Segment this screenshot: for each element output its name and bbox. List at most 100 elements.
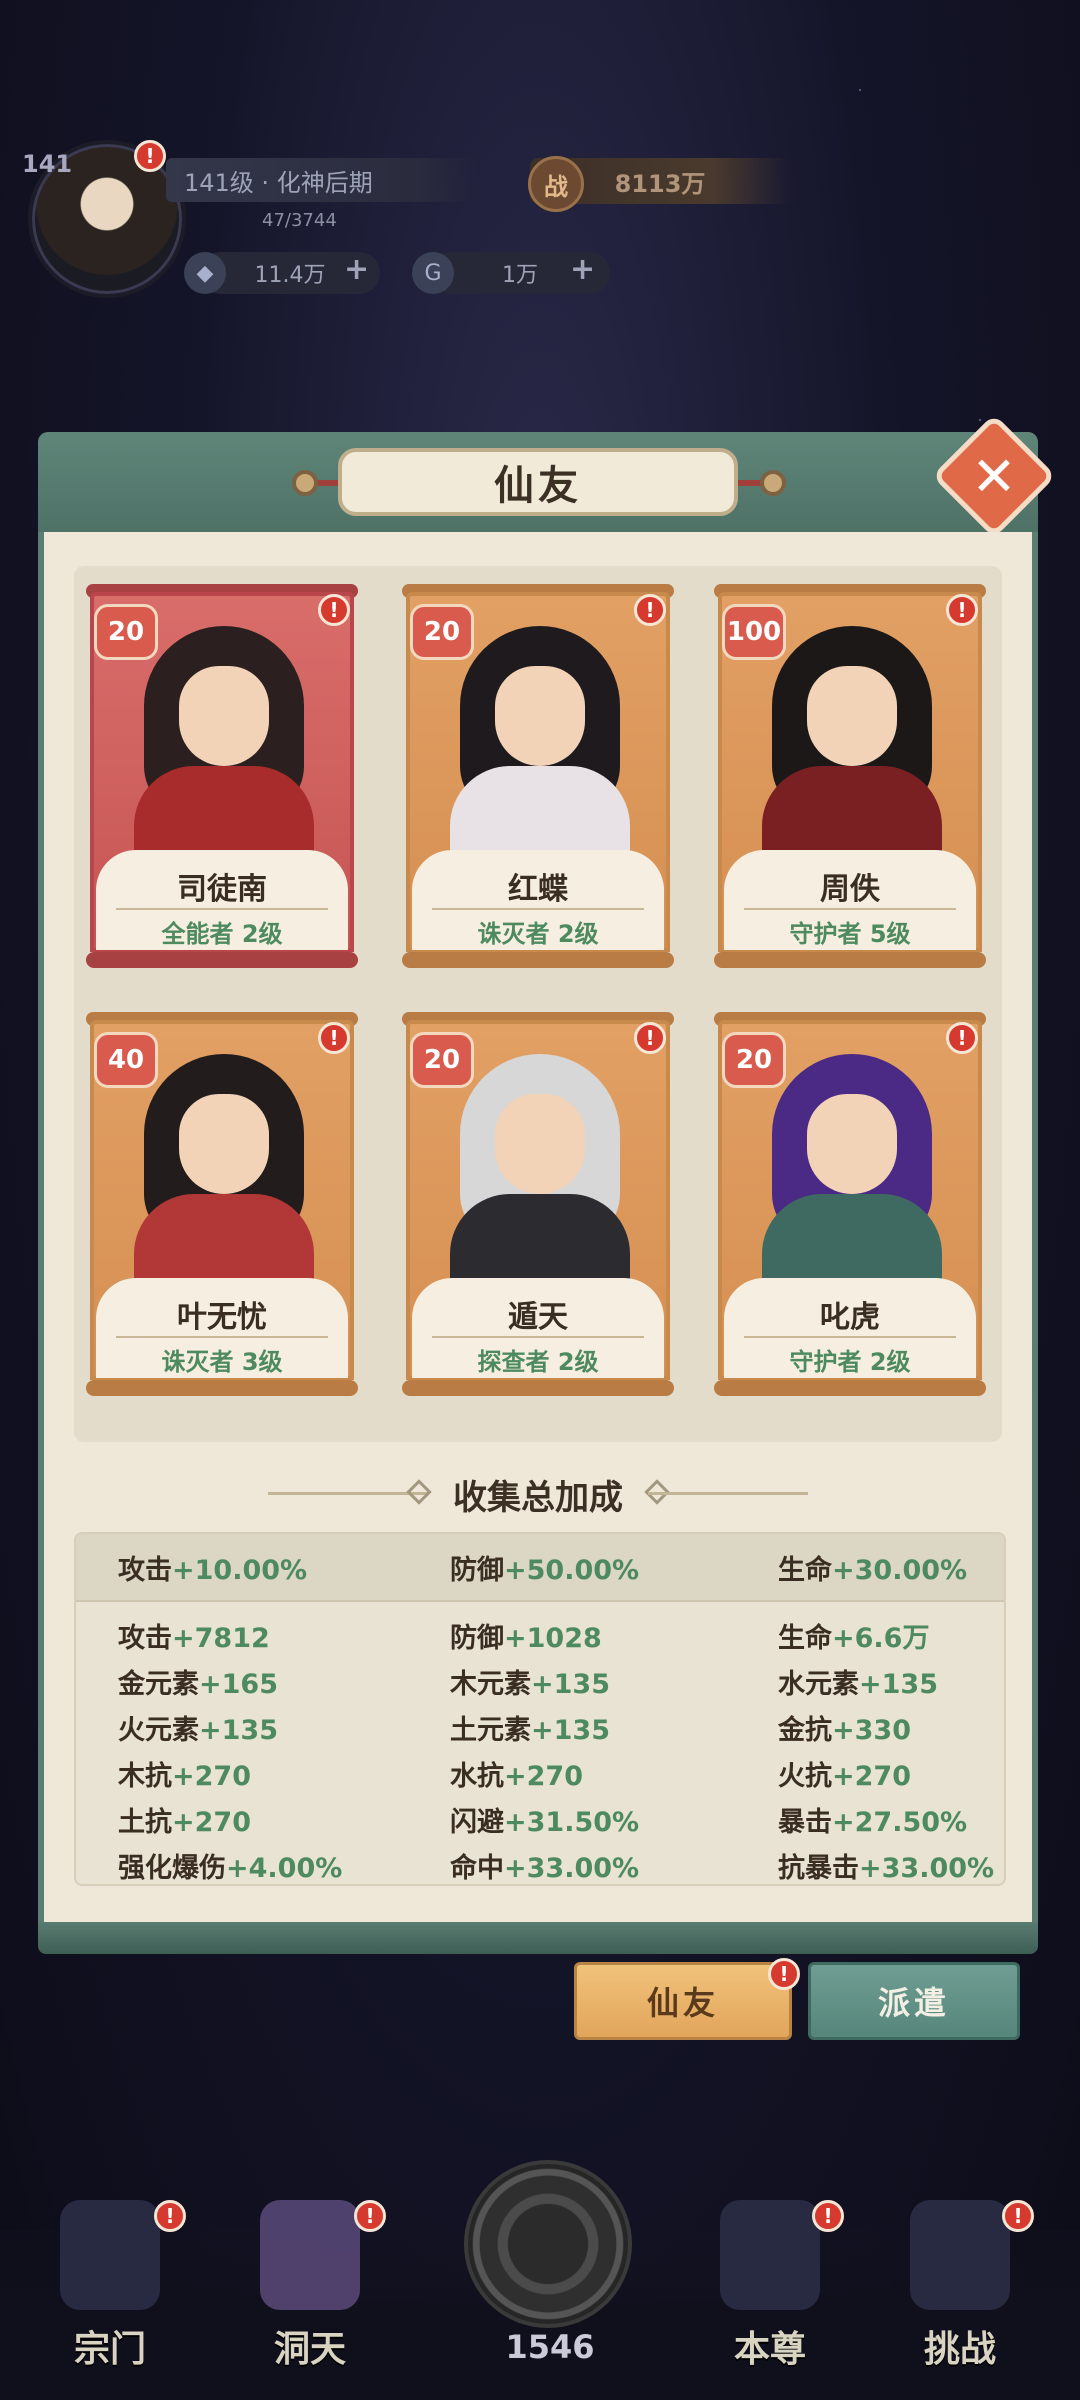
character-portrait [124, 1054, 324, 1284]
heart-level-badge: 20 [410, 1032, 474, 1088]
character-portrait [440, 1054, 640, 1284]
nav-sect[interactable]: 宗门 ! [30, 2200, 190, 2400]
alert-badge: ! [354, 2200, 386, 2232]
scroll-roll [402, 952, 674, 968]
nav-challenge[interactable]: 挑战 ! [880, 2200, 1040, 2400]
sect-icon [60, 2200, 160, 2310]
nav-label: 本尊 [733, 2329, 806, 2370]
character-role: 守护者 5级 [789, 920, 911, 948]
player-avatar[interactable]: 141 ! [22, 140, 186, 298]
divider [432, 908, 644, 910]
scroll-roll [402, 1380, 674, 1396]
character-card[interactable]: 20 ! 遁天 探查者 2级 [402, 1012, 674, 1406]
character-name: 遁天 [508, 1300, 568, 1335]
divider [744, 1336, 956, 1338]
heart-level-badge: 20 [722, 1032, 786, 1088]
section-title: 收集总加成 [453, 1478, 623, 1518]
panel-title: 仙友 [338, 448, 738, 516]
character-role: 诛灭者 2级 [477, 920, 599, 948]
alert-badge: ! [318, 594, 350, 626]
stat-item: 金元素+165 [118, 1669, 278, 1700]
character-role: 全能者 2级 [161, 920, 283, 948]
character-card[interactable]: 40 ! 叶无忧 诛灭者 3级 [86, 1012, 358, 1406]
nav-label: 洞天 [273, 2329, 346, 2370]
divider [432, 1336, 644, 1338]
stat-item: 木元素+135 [450, 1669, 610, 1700]
stat-item: 强化爆伤+4.00% [118, 1853, 343, 1884]
stat-item: 金抗+330 [778, 1715, 911, 1746]
character-card[interactable]: 100 ! 周佚 守护者 5级 [714, 584, 986, 978]
summary-stat: 生命+30.00% [778, 1555, 968, 1586]
knob-right [760, 470, 786, 496]
nav-self[interactable]: 本尊 ! [690, 2200, 850, 2400]
coin-icon: G [412, 252, 454, 294]
alert-badge: ! [1002, 2200, 1034, 2232]
alert-badge: ! [634, 594, 666, 626]
level-badge: 141 [22, 150, 73, 178]
cave-icon [260, 2200, 360, 2310]
immortal-friends-panel: 仙友 ✕ 20 ! 司徒南 全能者 2级 20 ! 红蝶 诛灭者 2级 100 … [38, 413, 1057, 1954]
character-role: 守护者 2级 [789, 1348, 911, 1376]
character-card[interactable]: 20 ! 司徒南 全能者 2级 [86, 584, 358, 978]
tab-dispatch[interactable]: 派遣 [808, 1962, 1020, 2040]
stat-item: 命中+33.00% [450, 1853, 640, 1884]
scroll-roll [714, 952, 986, 968]
heart-level-badge: 20 [410, 604, 474, 660]
stat-item: 木抗+270 [118, 1761, 251, 1792]
stat-item: 防御+1028 [450, 1623, 602, 1654]
divider [116, 1336, 328, 1338]
close-icon[interactable]: ✕ [950, 432, 1038, 520]
section-line-right [648, 1492, 808, 1495]
character-portrait [440, 626, 640, 856]
alert-badge: ! [812, 2200, 844, 2232]
nav-cave[interactable]: 洞天 ! [230, 2200, 390, 2400]
stat-item: 土元素+135 [450, 1715, 610, 1746]
scroll-roll [86, 952, 358, 968]
heart-level-badge: 20 [94, 604, 158, 660]
stat-item: 暴击+27.50% [778, 1807, 968, 1838]
character-name: 红蝶 [508, 872, 568, 907]
alert-badge: ! [946, 1022, 978, 1054]
alert-badge: ! [634, 1022, 666, 1054]
character-name: 叶无忧 [177, 1300, 267, 1335]
challenge-icon [910, 2200, 1010, 2310]
stat-item: 水抗+270 [450, 1761, 583, 1792]
character-role: 诛灭者 3级 [161, 1348, 283, 1376]
collection-bonus-stats[interactable]: 攻击+10.00% 防御+50.00% 生命+30.00% 攻击+7812 防御+102… [74, 1532, 1006, 1886]
character-name: 司徒南 [177, 872, 267, 907]
character-card[interactable]: 20 ! 红蝶 诛灭者 2级 [402, 584, 674, 978]
alert-badge: ! [768, 1958, 800, 1990]
stat-item: 闪避+31.50% [450, 1807, 640, 1838]
nav-label: 宗门 [73, 2329, 146, 2370]
stat-item: 火元素+135 [118, 1715, 278, 1746]
player-title: 141级 · 化神后期 [166, 158, 476, 202]
heart-level-badge: 40 [94, 1032, 158, 1088]
stat-item: 攻击+7812 [118, 1623, 270, 1654]
knob-left [292, 470, 318, 496]
stat-item: 水元素+135 [778, 1669, 938, 1700]
add-coin-button[interactable]: + [570, 252, 595, 287]
tab-immortal-friends[interactable]: 仙友 [574, 1962, 792, 2040]
summary-stat: 防御+50.00% [450, 1555, 640, 1586]
character-role: 探查者 2级 [477, 1348, 599, 1376]
orb-count: 1546 [505, 2328, 595, 2366]
character-portrait [752, 1054, 952, 1284]
nav-label: 挑战 [923, 2329, 996, 2370]
battle-power-icon: 战 [528, 156, 584, 212]
alert-badge: ! [318, 1022, 350, 1054]
divider [744, 908, 956, 910]
character-icon [720, 2200, 820, 2310]
character-card[interactable]: 20 ! 叱虎 守护者 2级 [714, 1012, 986, 1406]
exp-progress: 47/3744 [262, 210, 337, 231]
add-spirit-stone-button[interactable]: + [344, 252, 369, 287]
center-orb-button[interactable] [464, 2160, 632, 2328]
character-portrait [124, 626, 324, 856]
spirit-stone-icon: ◆ [184, 252, 226, 294]
heart-level-badge: 100 [722, 604, 786, 660]
stat-item: 生命+6.6万 [778, 1623, 930, 1654]
stat-item: 抗暴击+33.00% [778, 1853, 995, 1884]
summary-stat: 攻击+10.00% [118, 1555, 308, 1586]
character-name: 周佚 [820, 872, 880, 907]
scroll-roll [714, 1380, 986, 1396]
alert-badge: ! [154, 2200, 186, 2232]
